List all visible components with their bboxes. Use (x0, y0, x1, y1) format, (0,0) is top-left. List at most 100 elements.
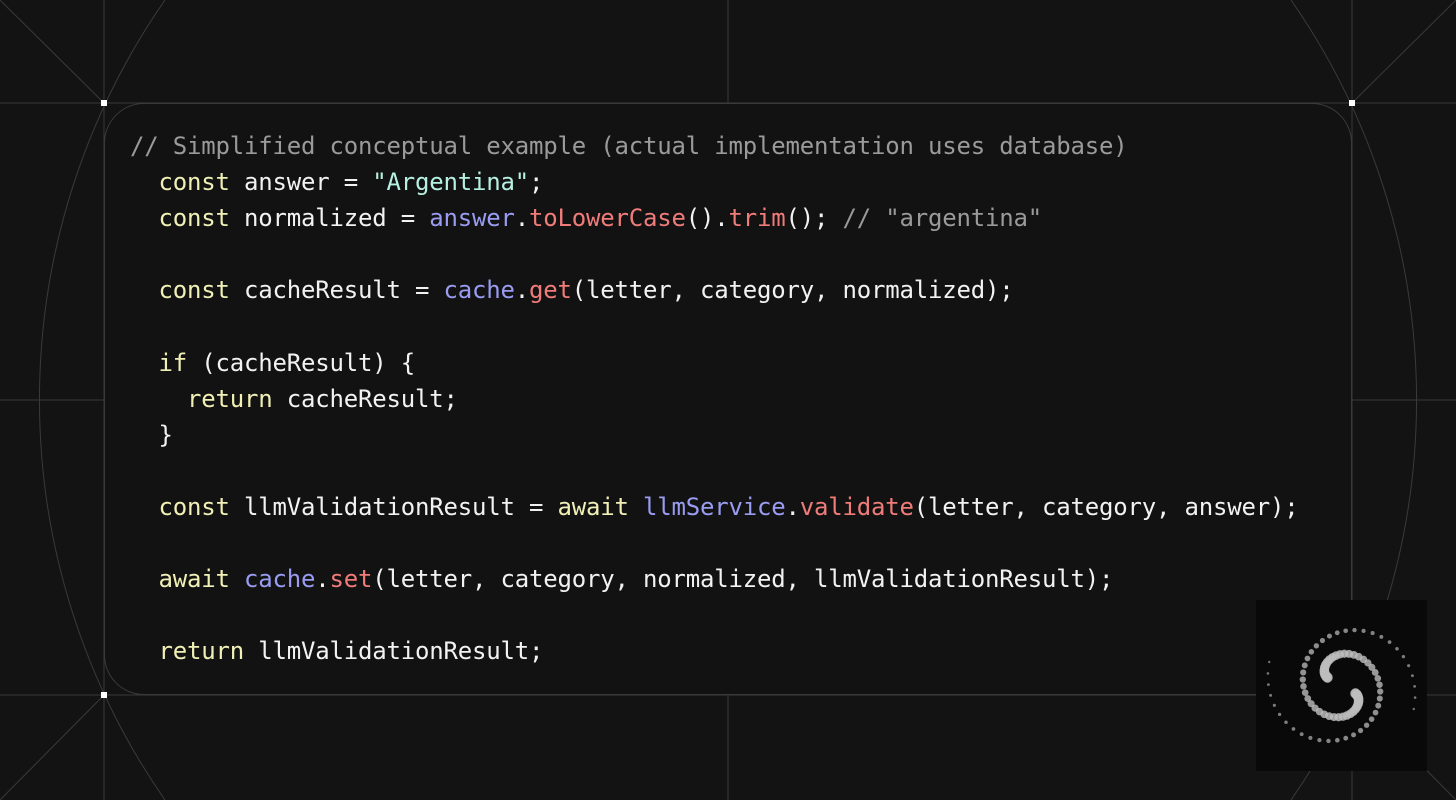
logo-badge (1256, 600, 1427, 771)
code-token-keyword: const (158, 492, 230, 521)
logo-dot (1368, 716, 1375, 722)
logo-dot (1376, 695, 1383, 702)
logo-dot (1413, 685, 1416, 688)
logo-dot (1376, 681, 1383, 688)
code-line: if (cacheResult) { (130, 345, 1298, 381)
code-line: await cache.set(letter, category, normal… (130, 561, 1298, 597)
code-token-plain: . (315, 565, 330, 594)
code-token-plain: (). (685, 204, 729, 233)
code-token-plain: . (514, 204, 529, 233)
logo-dot (1313, 643, 1320, 649)
logo-dot (1351, 732, 1357, 738)
code-token-plain: (letter, category, normalized, llmValida… (372, 565, 1114, 594)
logo-dot (1370, 631, 1375, 636)
code-token-string: "Argentina" (372, 168, 529, 197)
logo-dot (1352, 627, 1357, 633)
logo-dot (1304, 655, 1311, 662)
code-token-plain: (letter, category, answer); (913, 492, 1299, 521)
code-token-method: set (329, 565, 373, 594)
spiral-dots-logo-icon (1266, 627, 1417, 744)
logo-dot (1301, 689, 1309, 697)
logo-dot (1300, 669, 1307, 676)
code-line: } (130, 417, 1298, 453)
code-line: const normalized = answer.toLowerCase().… (130, 200, 1298, 236)
logo-dot (1387, 640, 1392, 644)
logo-dot (1266, 672, 1270, 675)
logo-dot (1299, 732, 1304, 737)
logo-dot (1300, 683, 1307, 690)
graphic-canvas: // Simplified conceptual example (actual… (0, 0, 1456, 800)
logo-dot (1401, 654, 1406, 659)
logo-dot (1375, 702, 1382, 709)
logo-dot (1379, 634, 1384, 639)
code-token-method: trim (728, 204, 786, 233)
corner-marker-bottom-left (101, 692, 107, 698)
logo-dot (1291, 727, 1296, 731)
logo-dot (1335, 737, 1340, 743)
logo-dot (1363, 722, 1370, 728)
code-line: const cacheResult = cache.get(letter, ca… (130, 272, 1298, 308)
logo-dot (1413, 696, 1417, 699)
logo-dot (1372, 709, 1379, 716)
code-token-object: llmService (642, 492, 786, 521)
logo-dot (1334, 630, 1340, 636)
logo-dot (1343, 735, 1349, 741)
code-token-method: toLowerCase (529, 204, 686, 233)
logo-dot (1277, 712, 1282, 717)
code-token-method: validate (799, 492, 914, 521)
logo-dot (1371, 669, 1379, 676)
logo-dot (1267, 683, 1270, 686)
code-token-plain: answer = (229, 168, 373, 197)
code-token-plain: normalized = (229, 204, 430, 233)
code-token-keyword: if (158, 348, 188, 377)
logo-dot (1301, 662, 1308, 669)
corner-marker-top-left (101, 100, 107, 106)
code-token-keyword: const (158, 204, 230, 233)
code-token-keyword: await (557, 492, 629, 521)
logo-dot (1269, 693, 1273, 697)
logo-dot (1326, 738, 1331, 744)
code-token-plain: cacheResult; (272, 384, 458, 413)
logo-dot (1412, 707, 1415, 711)
logo-dot (1308, 649, 1315, 655)
code-token-plain: cacheResult = (229, 276, 444, 305)
code-snippet: // Simplified conceptual example (actual… (130, 128, 1299, 669)
code-line: return llmValidationResult; (130, 633, 1298, 669)
code-token-comment: // Simplified conceptual example (actual… (130, 132, 1128, 160)
logo-dot (1304, 695, 1312, 702)
logo-dot (1319, 637, 1326, 644)
code-token-plain: . (785, 492, 800, 521)
logo-dot (1317, 738, 1322, 743)
code-token-plain: . (514, 276, 529, 305)
logo-dot (1284, 720, 1288, 725)
code-token-keyword: return (158, 637, 245, 666)
code-token-plain: llmValidationResult; (244, 637, 544, 666)
code-token-object: cache (443, 276, 515, 305)
logo-dot (1407, 664, 1411, 668)
code-token-plain: llmValidationResult = (229, 492, 558, 521)
code-token-plain: } (130, 420, 173, 449)
logo-dot (1343, 628, 1348, 634)
code-token-keyword: return (187, 384, 273, 413)
code-line: return cacheResult; (130, 381, 1298, 417)
code-token-plain: (letter, category, normalized); (571, 276, 1014, 305)
code-token-keyword: await (158, 565, 230, 594)
code-token-comment: // "argentina" (842, 204, 1043, 233)
logo-dot (1308, 735, 1313, 740)
logo-dot (1395, 646, 1399, 651)
logo-dot (1374, 674, 1382, 682)
